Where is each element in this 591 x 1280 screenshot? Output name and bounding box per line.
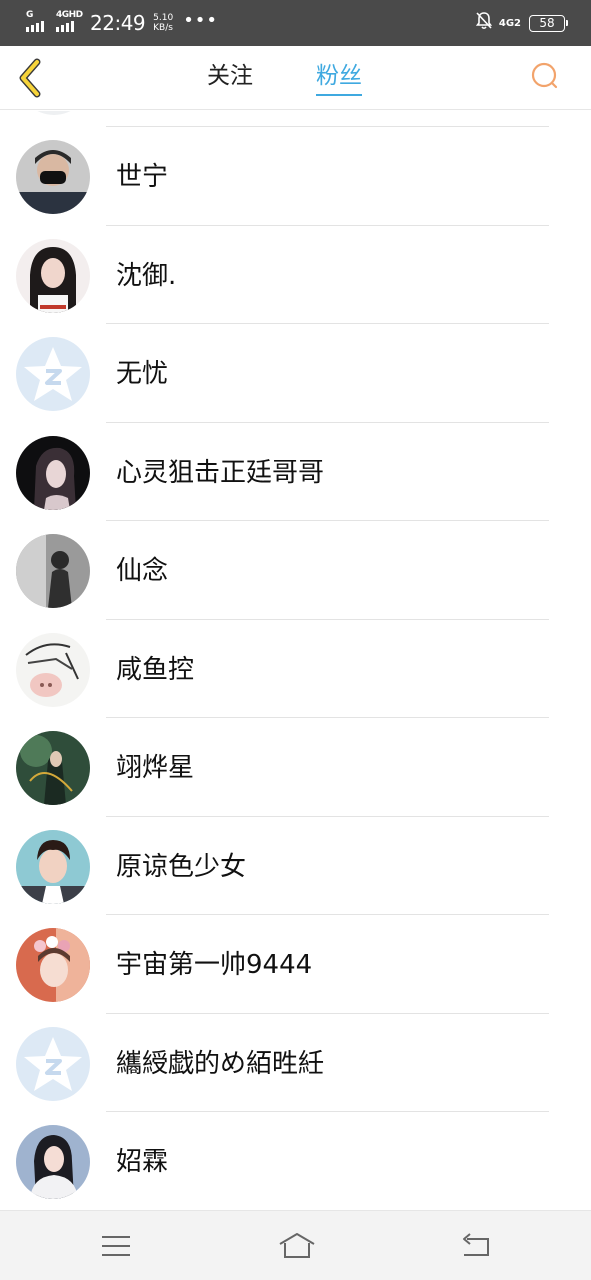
fan-name: 仙念 — [116, 556, 169, 586]
list-item[interactable]: 妱霖 — [0, 1112, 591, 1210]
search-icon[interactable] — [529, 60, 563, 94]
back-arrow-icon[interactable] — [459, 1231, 493, 1261]
battery-icon: 58 — [529, 14, 568, 32]
more-notifications-icon: ••• — [183, 9, 219, 31]
tab-fans[interactable]: 粉丝 — [316, 60, 362, 96]
signal-icon-sim2: 4GHD — [56, 10, 83, 34]
system-nav-bar — [0, 1210, 591, 1280]
avatar[interactable] — [16, 928, 90, 1002]
avatar[interactable] — [16, 1026, 90, 1101]
avatar[interactable] — [16, 238, 90, 313]
chevron-left-icon[interactable] — [14, 56, 48, 100]
fan-name: 原谅色少女 — [116, 851, 247, 882]
fan-name: 沈御. — [116, 260, 177, 291]
clock: 22:49 — [90, 11, 146, 35]
list-item[interactable]: 翊烨星 — [0, 718, 591, 817]
avatar[interactable] — [16, 337, 90, 411]
fan-name: 咸鱼控 — [116, 654, 195, 685]
list-item[interactable]: 纗綬戯的め絔甠紝 — [0, 1014, 591, 1112]
notifications-off-icon — [475, 11, 493, 35]
fan-name: 心灵狙击正廷哥哥 — [116, 457, 325, 488]
avatar — [18, 111, 90, 115]
avatar[interactable] — [16, 435, 90, 510]
network-type: 4G2 — [498, 17, 521, 29]
list-item[interactable]: 心灵狙击正廷哥哥 — [0, 423, 591, 521]
menu-icon[interactable] — [99, 1231, 133, 1261]
list-item[interactable]: 宇宙第一帅9444 — [0, 915, 591, 1014]
fan-name: 妱霖 — [116, 1147, 169, 1177]
avatar[interactable] — [16, 534, 90, 608]
fan-name: 世宁 — [116, 162, 169, 192]
list-item[interactable]: 无忧 — [0, 324, 591, 423]
avatar[interactable] — [16, 829, 90, 904]
fan-name: 无忧 — [116, 359, 169, 389]
fan-name: 翊烨星 — [116, 753, 195, 783]
fan-list[interactable]: 世宁 沈御. 无忧 心灵狙击正廷哥哥 仙念 咸鱼控 翊烨星 原谅色少女 宇宙第一… — [0, 111, 591, 1210]
list-item[interactable]: 咸鱼控 — [0, 620, 591, 718]
signal-icon-sim1: G — [26, 10, 52, 34]
home-icon[interactable] — [277, 1231, 317, 1261]
header: 关注 粉丝 — [0, 46, 591, 110]
fan-name: 宇宙第一帅9444 — [116, 950, 313, 980]
avatar[interactable] — [16, 1125, 90, 1199]
list-item[interactable]: 世宁 — [0, 127, 591, 226]
avatar[interactable] — [16, 140, 90, 214]
list-item[interactable]: 原谅色少女 — [0, 817, 591, 915]
network-speed: 5.10 KB/s — [153, 13, 174, 33]
list-item-partial[interactable] — [0, 111, 591, 127]
tab-following[interactable]: 关注 — [207, 60, 253, 96]
avatar[interactable] — [16, 731, 90, 805]
list-item[interactable]: 仙念 — [0, 521, 591, 620]
fan-name: 纗綬戯的め絔甠紝 — [116, 1048, 325, 1079]
list-item[interactable]: 沈御. — [0, 226, 591, 324]
avatar[interactable] — [16, 632, 90, 707]
status-bar: G 4GHD 22:49 5.10 KB/s ••• 4G2 58 — [0, 0, 591, 46]
